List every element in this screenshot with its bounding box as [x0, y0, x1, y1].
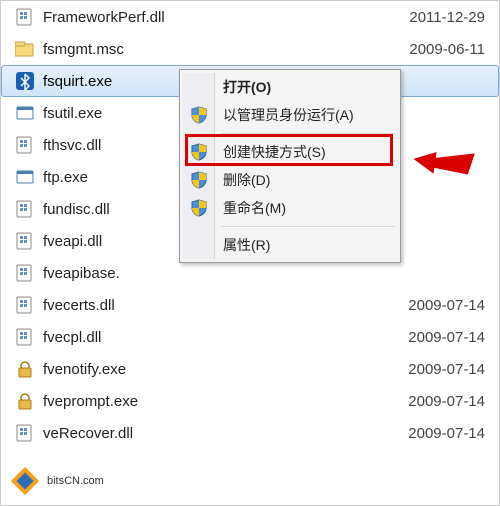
menu-label: 重命名(M): [223, 198, 286, 218]
file-name: fveapibase.: [43, 265, 491, 282]
file-date: 2009-07-14: [408, 393, 491, 410]
menu-run-admin[interactable]: 以管理员身份运行(A): [183, 101, 397, 129]
msc-icon: [15, 39, 35, 59]
bluetooth-icon: [15, 71, 35, 91]
watermark-logo-icon: [7, 463, 43, 499]
file-row[interactable]: FrameworkPerf.dll 2011-12-29: [1, 1, 499, 33]
exe-icon: [15, 103, 35, 123]
menu-label: 创建快捷方式(S): [223, 142, 326, 162]
file-row[interactable]: veRecover.dll 2009-07-14: [1, 417, 499, 449]
file-name: veRecover.dll: [43, 425, 408, 442]
file-date: 2009-07-14: [408, 329, 491, 346]
file-date: 2009-06-11: [409, 41, 491, 58]
file-row[interactable]: fvecerts.dll 2009-07-14: [1, 289, 499, 321]
file-row[interactable]: fveprompt.exe 2009-07-14: [1, 385, 499, 417]
exe-icon: [15, 167, 35, 187]
dll-icon: [15, 199, 35, 219]
menu-open[interactable]: 打开(O): [183, 73, 397, 101]
menu-separator: [221, 226, 395, 227]
file-name: fveprompt.exe: [43, 393, 408, 410]
watermark: bitsCN.com: [7, 463, 104, 499]
dll-icon: [15, 135, 35, 155]
dll-icon: [15, 327, 35, 347]
menu-label: 以管理员身份运行(A): [223, 105, 354, 125]
menu-separator: [221, 133, 395, 134]
file-row[interactable]: fvenotify.exe 2009-07-14: [1, 353, 499, 385]
file-name: fvecerts.dll: [43, 297, 408, 314]
menu-label: 删除(D): [223, 170, 270, 190]
shield-icon: [190, 171, 208, 189]
dll-icon: [15, 7, 35, 27]
shield-icon: [190, 106, 208, 124]
file-name: fvenotify.exe: [43, 361, 408, 378]
file-row[interactable]: fsmgmt.msc 2009-06-11: [1, 33, 499, 65]
menu-label: 属性(R): [223, 235, 270, 255]
file-date: 2009-07-14: [408, 361, 491, 378]
shield-icon: [190, 143, 208, 161]
menu-delete[interactable]: 删除(D): [183, 166, 397, 194]
file-name: fvecpl.dll: [43, 329, 408, 346]
lock-exe-icon: [15, 391, 35, 411]
menu-label: 打开(O): [223, 77, 271, 97]
file-date: 2009-07-14: [408, 425, 491, 442]
watermark-text: bitsCN.com: [47, 475, 104, 487]
context-menu: 打开(O) 以管理员身份运行(A) 创建快捷方式(S) 删除(D) 重命名(M)…: [179, 69, 401, 263]
lock-exe-icon: [15, 359, 35, 379]
file-date: 2011-12-29: [409, 9, 491, 26]
menu-properties[interactable]: 属性(R): [183, 231, 397, 259]
dll-icon: [15, 295, 35, 315]
file-row[interactable]: fvecpl.dll 2009-07-14: [1, 321, 499, 353]
dll-icon: [15, 423, 35, 443]
dll-icon: [15, 263, 35, 283]
dll-icon: [15, 231, 35, 251]
shield-icon: [190, 199, 208, 217]
menu-create-shortcut[interactable]: 创建快捷方式(S): [183, 138, 397, 166]
file-name: fsmgmt.msc: [43, 41, 409, 58]
file-date: 2009-07-14: [408, 297, 491, 314]
file-name: FrameworkPerf.dll: [43, 9, 409, 26]
menu-rename[interactable]: 重命名(M): [183, 194, 397, 222]
